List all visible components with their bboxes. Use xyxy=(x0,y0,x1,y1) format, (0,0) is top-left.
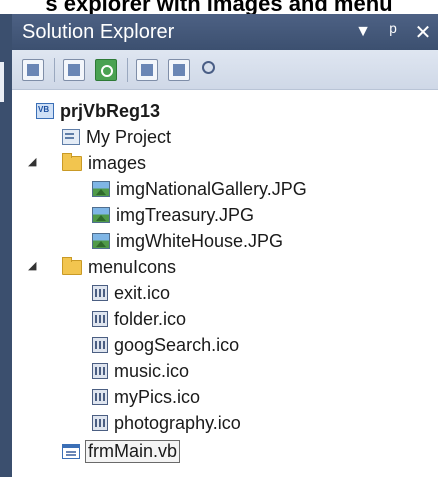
close-icon[interactable]: ✕ xyxy=(408,20,438,45)
tree-item-label: folder.ico xyxy=(114,308,187,329)
tree-item-label: myPics.ico xyxy=(114,386,201,407)
folder-open-icon xyxy=(62,152,82,171)
panel-titlebar: Solution Explorer ▼ ᵖ ✕ xyxy=(12,14,438,50)
ico-file-icon xyxy=(92,285,108,301)
tree-item-label: exit.ico xyxy=(114,282,171,303)
tree-item-label: frmMain.vb xyxy=(84,439,181,463)
toolbar-separator xyxy=(127,57,128,82)
image-file-icon xyxy=(92,233,110,249)
tree-item-label: googSearch.ico xyxy=(114,334,240,355)
tree-item-label: images xyxy=(88,152,147,173)
tree-item-icon-file[interactable]: music.ico xyxy=(92,358,189,384)
tree-item-project[interactable]: prjVbReg13 xyxy=(36,98,160,124)
image-file-icon xyxy=(92,207,110,223)
tree-item-icon-file[interactable]: photography.ico xyxy=(92,410,241,436)
vb-project-icon xyxy=(36,103,54,119)
tree-item-menuicons-folder[interactable]: menuIcons xyxy=(62,254,176,280)
image-file-icon xyxy=(92,181,110,197)
tree-item-images-folder[interactable]: images xyxy=(62,150,146,176)
view-code-icon[interactable] xyxy=(136,58,158,81)
dock-tab[interactable] xyxy=(0,62,4,102)
ico-file-icon xyxy=(92,363,108,379)
view-designer-icon[interactable] xyxy=(168,58,190,81)
tree-item-label: menuIcons xyxy=(88,256,177,277)
solution-explorer-panel: Solution Explorer ▼ ᵖ ✕ prjVbReg13 My Pr… xyxy=(12,14,438,477)
tree-item-image[interactable]: imgNationalGallery.JPG xyxy=(92,176,307,202)
tree-item-image[interactable]: imgWhiteHouse.JPG xyxy=(92,228,283,254)
tree-item-icon-file[interactable]: myPics.ico xyxy=(92,384,200,410)
panel-title: Solution Explorer xyxy=(22,20,175,43)
tree-item-label: imgTreasury.JPG xyxy=(116,204,255,225)
form-file-icon xyxy=(62,443,80,459)
refresh-icon[interactable] xyxy=(95,58,117,81)
tree-item-icon-file[interactable]: folder.ico xyxy=(92,306,186,332)
tree-item-label: My Project xyxy=(86,126,172,147)
tree-item-label: prjVbReg13 xyxy=(60,100,161,121)
ico-file-icon xyxy=(92,337,108,353)
left-dock-strip xyxy=(0,14,12,477)
ico-file-icon xyxy=(92,389,108,405)
tree-item-label: imgNationalGallery.JPG xyxy=(116,178,307,199)
tree-item-form[interactable]: frmMain.vb xyxy=(62,438,181,464)
dropdown-arrow-icon[interactable]: ▼ xyxy=(348,23,378,41)
pin-icon[interactable]: ᵖ xyxy=(378,21,408,44)
tree-item-my-project[interactable]: My Project xyxy=(62,124,171,150)
tree-item-label: photography.ico xyxy=(114,412,241,433)
class-diagram-icon[interactable] xyxy=(200,59,222,81)
expander-menuicons[interactable]: ◢ xyxy=(28,259,36,272)
panel-toolbar xyxy=(12,50,438,90)
toolbar-separator xyxy=(54,57,55,82)
expander-images[interactable]: ◢ xyxy=(28,155,36,168)
tree-item-icon-file[interactable]: googSearch.ico xyxy=(92,332,239,358)
ico-file-icon xyxy=(92,311,108,327)
tree-item-icon-file[interactable]: exit.ico xyxy=(92,280,170,306)
ico-file-icon xyxy=(92,415,108,431)
folder-open-icon xyxy=(62,256,82,275)
tree-item-label: music.ico xyxy=(114,360,190,381)
tree-item-image[interactable]: imgTreasury.JPG xyxy=(92,202,254,228)
show-all-files-icon[interactable] xyxy=(63,58,85,81)
my-project-icon xyxy=(62,129,80,145)
properties-icon[interactable] xyxy=(22,58,44,81)
tree-item-label: imgWhiteHouse.JPG xyxy=(116,230,284,251)
slide-caption: s explorer with images and menu xyxy=(45,0,393,15)
